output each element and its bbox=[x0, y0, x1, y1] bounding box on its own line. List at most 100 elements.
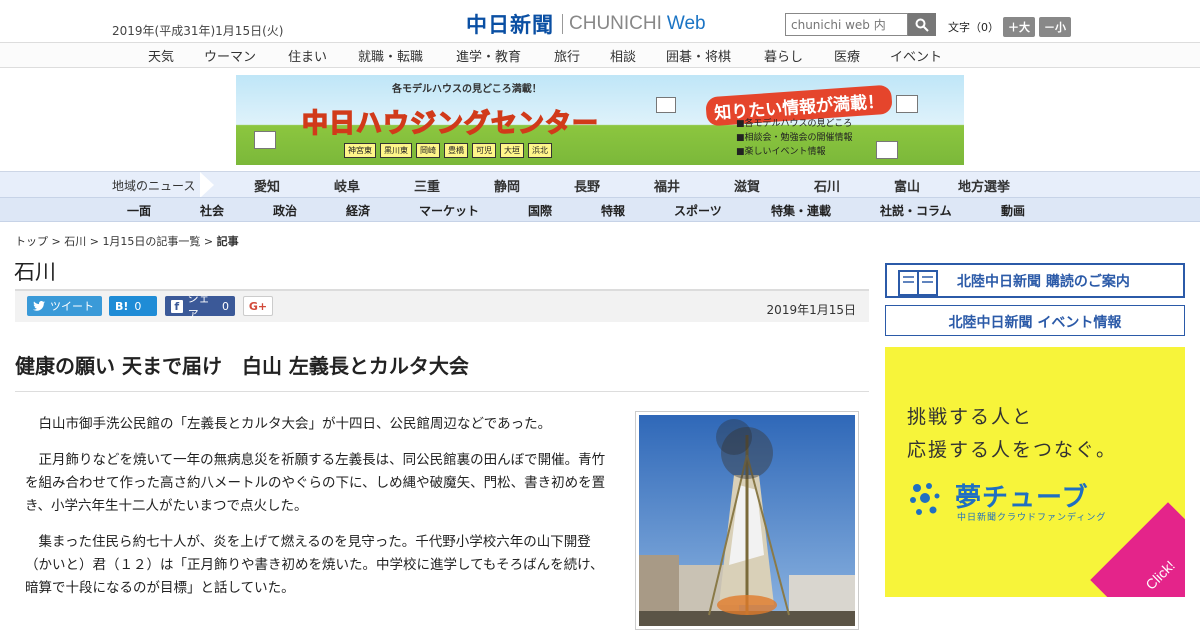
breadcrumb-article-list[interactable]: 1月15日の記事一覧 bbox=[102, 235, 200, 248]
logo-divider bbox=[562, 14, 563, 34]
banner-top-text: 各モデルハウスの見どころ満載！ bbox=[392, 84, 542, 95]
breadcrumb-region[interactable]: 石川 bbox=[64, 235, 86, 248]
yume-tube-ad[interactable]: 挑戦する人と 応援する人をつなぐ。 夢チューブ 中日新聞クラウドファンディング … bbox=[885, 347, 1185, 597]
region-item-shiga[interactable]: 滋賀 bbox=[734, 176, 760, 195]
banner-house-illustration bbox=[876, 141, 898, 159]
breadcrumb-top[interactable]: トップ bbox=[15, 235, 48, 248]
font-size-up-button[interactable]: ＋大 bbox=[1003, 17, 1035, 37]
nav-item-advice[interactable]: 相談 bbox=[610, 46, 636, 65]
genre-item-editorial[interactable]: 社説・コラム bbox=[880, 202, 952, 219]
site-logo[interactable]: 中日新聞 CHUNICHI Web bbox=[466, 9, 706, 39]
hatena-count: 0 bbox=[134, 299, 142, 313]
search-button[interactable] bbox=[908, 13, 936, 36]
housing-center-banner[interactable]: 各モデルハウスの見どころ満載！ 中日ハウジングセンター 神宮東 黒川東 岡崎 豊… bbox=[236, 75, 964, 165]
genre-item-politics[interactable]: 政治 bbox=[273, 202, 297, 219]
facebook-share-button[interactable]: f シェア 0 bbox=[165, 292, 235, 321]
bonfire-photo-image bbox=[639, 415, 855, 626]
genre-item-features[interactable]: 特集・連載 bbox=[771, 202, 831, 219]
region-item-nagano[interactable]: 長野 bbox=[574, 176, 600, 195]
breadcrumb: トップ > 石川 > 1月15日の記事一覧 > 記事 bbox=[15, 235, 239, 248]
region-item-gifu[interactable]: 岐阜 bbox=[334, 176, 360, 195]
region-nav: 地域のニュース 愛知 岐阜 三重 静岡 長野 福井 滋賀 石川 富山 地方選挙 bbox=[0, 171, 1200, 198]
banner-city: 豊橋 bbox=[444, 143, 468, 158]
font-size-control: 文字（0） ＋大 －小 bbox=[948, 17, 1071, 37]
banner-feature: ■楽しいイベント情報 bbox=[736, 147, 826, 157]
tweet-label: ツイート bbox=[50, 300, 94, 313]
region-item-ishikawa[interactable]: 石川 bbox=[814, 176, 840, 195]
banner-city-list: 神宮東 黒川東 岡崎 豊橋 可児 大垣 浜北 bbox=[344, 143, 556, 158]
article-paragraph: 正月飾りなどを焼いて一年の無病息災を祈願する左義長は、同公民館裏の田んぼで開催。… bbox=[25, 452, 606, 514]
nav-item-travel[interactable]: 旅行 bbox=[554, 46, 580, 65]
google-plus-button[interactable]: G+ bbox=[243, 296, 273, 316]
banner-feature-list: ■各モデルハウスの見どころ ■相談会・勉強会の開催情報 ■楽しいイベント情報 bbox=[736, 117, 853, 159]
facebook-count: 0 bbox=[222, 299, 229, 313]
banner-title: 中日ハウジングセンター bbox=[301, 108, 600, 140]
twitter-bird-icon bbox=[33, 301, 45, 311]
region-item-mie[interactable]: 三重 bbox=[414, 176, 440, 195]
tweet-button[interactable]: ツイート bbox=[27, 296, 102, 316]
article-paragraph: 白山市御手洗公民館の「左義長とカルタ大会」が十四日、公民館周辺などであった。 bbox=[38, 416, 552, 432]
banner-house-illustration bbox=[896, 95, 918, 113]
banner-feature: ■各モデルハウスの見どころ bbox=[736, 119, 853, 129]
article-body: 白山市御手洗公民館の「左義長とカルタ大会」が十四日、公民館周辺などであった。 正… bbox=[25, 413, 615, 613]
genre-item-economy[interactable]: 経済 bbox=[346, 202, 370, 219]
search-input[interactable] bbox=[785, 13, 908, 36]
logo-english: CHUNICHI bbox=[569, 13, 662, 34]
search-icon bbox=[915, 18, 929, 32]
category-nav: 天気 ウーマン 住まい 就職・転職 進学・教育 旅行 相談 囲碁・将棋 暮らし … bbox=[0, 42, 1200, 68]
event-info-banner[interactable]: 北陸中日新聞 イベント情報 bbox=[885, 305, 1185, 336]
header-date: 2019年(平成31年)1月15日(火) bbox=[112, 24, 284, 38]
publish-date: 2019年1月15日 bbox=[766, 303, 856, 317]
nav-item-woman[interactable]: ウーマン bbox=[204, 46, 256, 65]
font-size-down-button[interactable]: －小 bbox=[1039, 17, 1071, 37]
article-photo[interactable] bbox=[635, 411, 859, 630]
article-paragraph: 集まった住民ら約七十人が、炎を上げて燃えるのを見守った。千代野小学校六年の山下開… bbox=[25, 534, 604, 596]
banner-city: 可児 bbox=[472, 143, 496, 158]
logo-japanese: 中日新聞 bbox=[466, 13, 554, 37]
hatena-icon: B! bbox=[115, 299, 129, 313]
subscribe-guide-text: 北陸中日新聞 購読のご案内 bbox=[957, 273, 1130, 290]
yume-tube-subtitle: 中日新聞クラウドファンディング bbox=[957, 513, 1107, 523]
nav-item-event[interactable]: イベント bbox=[890, 46, 942, 65]
region-item-fukui[interactable]: 福井 bbox=[654, 176, 680, 195]
article-headline: 健康の願い 天まで届け 白山 左義長とカルタ大会 bbox=[15, 354, 469, 378]
section-title: 石川 bbox=[14, 260, 56, 284]
facebook-icon: f bbox=[171, 299, 183, 313]
font-size-label: 文字（0） bbox=[948, 21, 999, 34]
logo-web: Web bbox=[666, 13, 706, 34]
banner-city: 岡崎 bbox=[416, 143, 440, 158]
region-item-aichi[interactable]: 愛知 bbox=[254, 176, 280, 195]
genre-item-international[interactable]: 国際 bbox=[528, 202, 552, 219]
ad-copy-line1: 挑戦する人と bbox=[907, 406, 1034, 428]
genre-item-front-page[interactable]: 一面 bbox=[127, 202, 151, 219]
genre-item-video[interactable]: 動画 bbox=[1001, 202, 1025, 219]
site-header: 2019年(平成31年)1月15日(火) 中日新聞 CHUNICHI Web 文… bbox=[0, 0, 1200, 42]
nav-item-medical[interactable]: 医療 bbox=[834, 46, 860, 65]
hatena-bookmark-button[interactable]: B! 0 bbox=[109, 296, 157, 316]
headline-divider bbox=[15, 391, 869, 392]
banner-city: 浜北 bbox=[528, 143, 552, 158]
genre-item-society[interactable]: 社会 bbox=[200, 202, 224, 219]
newspaper-reader-icon bbox=[898, 270, 938, 296]
ad-copy-line2: 応援する人をつなぐ。 bbox=[907, 439, 1118, 461]
breadcrumb-current: 記事 bbox=[216, 235, 239, 248]
region-nav-arrow bbox=[200, 172, 214, 198]
nav-item-housing[interactable]: 住まい bbox=[288, 46, 327, 65]
subscribe-guide-banner[interactable]: 北陸中日新聞 購読のご案内 bbox=[885, 263, 1185, 298]
nav-item-living[interactable]: 暮らし bbox=[764, 46, 803, 65]
nav-item-go-shogi[interactable]: 囲碁・将棋 bbox=[666, 46, 731, 65]
nav-item-weather[interactable]: 天気 bbox=[148, 46, 174, 65]
genre-nav: 一面 社会 政治 経済 マーケット 国際 特報 スポーツ 特集・連載 社説・コラ… bbox=[0, 197, 1200, 222]
region-nav-label: 地域のニュース bbox=[112, 179, 196, 193]
nav-item-jobs[interactable]: 就職・転職 bbox=[358, 46, 423, 65]
genre-item-market[interactable]: マーケット bbox=[419, 202, 479, 219]
nav-item-education[interactable]: 進学・教育 bbox=[456, 46, 521, 65]
banner-house-illustration bbox=[656, 97, 676, 113]
genre-item-sports[interactable]: スポーツ bbox=[674, 202, 722, 219]
region-item-local-election[interactable]: 地方選挙 bbox=[958, 176, 1010, 195]
yume-tube-dots-icon bbox=[910, 483, 940, 515]
genre-item-special-report[interactable]: 特報 bbox=[601, 202, 625, 219]
region-item-toyama[interactable]: 富山 bbox=[894, 176, 920, 195]
region-item-shizuoka[interactable]: 静岡 bbox=[494, 176, 520, 195]
banner-feature: ■相談会・勉強会の開催情報 bbox=[736, 133, 853, 143]
